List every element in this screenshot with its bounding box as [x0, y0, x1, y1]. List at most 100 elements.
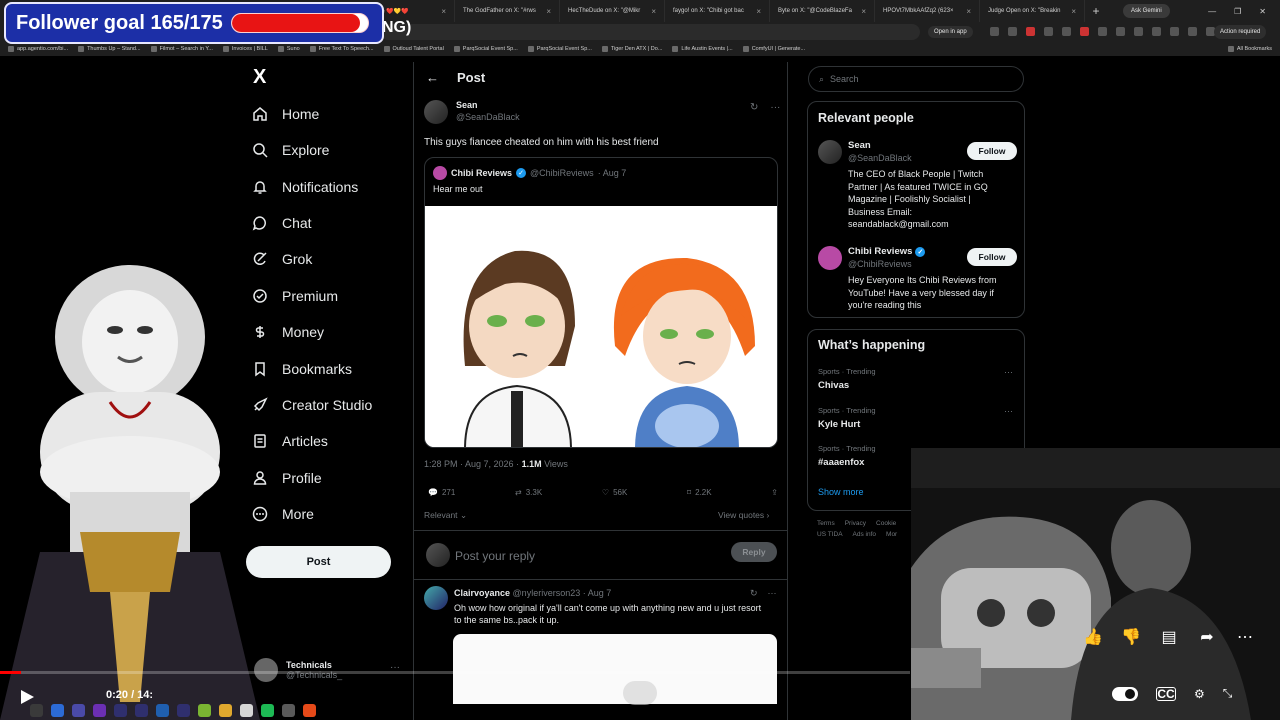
all-bookmarks[interactable]: All Bookmarks [1227, 46, 1280, 52]
footer-link[interactable]: US TIDA [817, 531, 843, 538]
bookmark-item[interactable]: ComfyUI | Generate... [742, 46, 805, 52]
like-action[interactable]: ♡ 56K [602, 488, 627, 497]
footer-link[interactable]: Terms [817, 520, 835, 527]
extension-icon[interactable] [1170, 27, 1179, 36]
extension-icon[interactable] [1152, 27, 1161, 36]
repost-action[interactable]: ⇄ 3.3K [515, 488, 542, 497]
more-dots-icon[interactable]: ··· [1004, 367, 1013, 377]
avatar[interactable] [818, 246, 842, 270]
extension-icon[interactable] [1098, 27, 1107, 36]
share-icon[interactable]: ➦ [1196, 626, 1218, 648]
close-icon[interactable]: × [752, 7, 761, 16]
account-switcher[interactable]: Technicals @Technicals_ ··· [254, 658, 400, 682]
nav-item-creator-studio[interactable]: Creator Studio [252, 397, 372, 413]
post-timestamp[interactable]: 1:28 PM · Aug 7, 2026 · [424, 459, 522, 469]
exit-fullscreen-icon[interactable]: ⤡ [1223, 686, 1233, 701]
more-dots-icon[interactable]: ··· [1004, 406, 1013, 416]
avatar[interactable] [424, 586, 448, 610]
taskbar-app-icon[interactable] [93, 703, 106, 717]
browser-tab[interactable]: Judge Open on X: "Breakin × [980, 0, 1085, 22]
extension-icon[interactable] [1062, 27, 1071, 36]
bookmark-item[interactable]: Tiger Den ATX | Do... [601, 46, 662, 52]
bookmark-item[interactable]: Invoices | BILL [222, 46, 268, 52]
nav-item-bookmarks[interactable]: Bookmarks [252, 361, 352, 377]
nav-item-more[interactable]: More [252, 506, 314, 522]
footer-link[interactable]: Ads info [853, 531, 877, 538]
extension-icon[interactable] [1116, 27, 1125, 36]
nav-item-notifications[interactable]: Notifications [252, 179, 358, 195]
close-window-icon[interactable]: ✕ [1259, 7, 1266, 16]
back-arrow-icon[interactable]: ← [426, 70, 439, 85]
grok-icon[interactable]: ↻ [750, 588, 758, 599]
share-action[interactable]: ⇪ [771, 488, 778, 497]
nav-item-premium[interactable]: Premium [252, 288, 338, 304]
action-required-button[interactable]: Action required [1214, 25, 1267, 39]
reply-image[interactable] [453, 634, 777, 704]
nav-item-articles[interactable]: Articles [252, 433, 328, 449]
comments-icon[interactable]: ▤ [1158, 626, 1180, 648]
avatar[interactable] [424, 100, 448, 124]
quote-image[interactable] [425, 206, 778, 448]
extension-icon[interactable] [1008, 27, 1017, 36]
extension-icon[interactable] [990, 27, 999, 36]
search-input[interactable]: ⌕ Search [808, 66, 1024, 92]
extension-icon[interactable] [1080, 27, 1089, 36]
bookmark-item[interactable]: Suno [277, 46, 300, 52]
browser-tab[interactable]: faygo! on X: "Chibi got bac × [665, 0, 770, 22]
nav-item-grok[interactable]: Grok [252, 251, 312, 267]
browser-tab[interactable]: Byte on X: "@CodeBlazeFa × [770, 0, 875, 22]
follow-button[interactable]: Follow [967, 142, 1017, 160]
view-quotes-link[interactable]: View quotes › [718, 510, 769, 520]
extension-icon[interactable] [1026, 27, 1035, 36]
restore-icon[interactable]: ❐ [1234, 7, 1241, 16]
taskbar-app-icon[interactable] [114, 703, 127, 717]
ask-gemini-button[interactable]: Ask Gemini [1123, 4, 1170, 18]
bookmark-item[interactable]: Free Text To Speech... [309, 46, 374, 52]
close-icon[interactable]: × [962, 7, 971, 16]
browser-tab[interactable]: HecTheDude on X: "@Mikr × [560, 0, 665, 22]
video-progress-bar[interactable] [0, 671, 910, 674]
search-icon[interactable] [30, 703, 43, 717]
taskbar-app-icon[interactable] [156, 703, 169, 717]
url-field[interactable] [380, 24, 920, 40]
browser-tab[interactable]: The GodFather on X: "#rws × [455, 0, 560, 22]
open-in-app-button[interactable]: Open in app [928, 26, 973, 38]
close-icon[interactable]: × [1067, 7, 1076, 16]
trend-item[interactable]: Sports · Trending Kyle Hurt ··· [818, 406, 1018, 430]
taskbar-app-icon[interactable] [219, 703, 232, 717]
post-author[interactable]: Sean @SeanDaBlack [424, 100, 520, 124]
bookmark-item[interactable]: Outloud Talent Portal [383, 46, 444, 52]
captions-icon[interactable]: CC [1156, 686, 1176, 701]
reply-author-name[interactable]: Clairvoyance [454, 588, 510, 598]
person-card[interactable]: Sean @SeanDaBlack The CEO of Black Peopl… [818, 140, 1018, 230]
follow-button[interactable]: Follow [967, 248, 1017, 266]
grok-icon[interactable]: ↻ [750, 102, 758, 113]
person-card[interactable]: Chibi Reviews ✓ @ChibiReviews Hey Everyon… [818, 246, 1018, 316]
bookmark-item[interactable]: ParqSocial Event Sp... [453, 46, 518, 52]
extension-icon[interactable] [1044, 27, 1053, 36]
taskbar-app-icon[interactable] [177, 703, 190, 717]
more-dots-icon[interactable]: ⋯ [1234, 626, 1256, 648]
taskbar-app-icon[interactable] [135, 703, 148, 717]
show-more-link[interactable]: Show more [818, 487, 864, 497]
bookmark-item[interactable]: Filmot – Search in Y... [150, 46, 213, 52]
minimize-icon[interactable]: — [1208, 7, 1216, 16]
reply-sort-dropdown[interactable]: Relevant ⌄ [424, 510, 467, 521]
x-logo[interactable]: X [253, 67, 271, 87]
more-dots-icon[interactable]: ··· [768, 588, 777, 599]
taskbar-app-icon[interactable] [240, 703, 253, 717]
taskbar-app-icon[interactable] [282, 703, 295, 717]
person-name[interactable]: Sean [848, 140, 871, 151]
taskbar-app-icon[interactable] [261, 703, 274, 717]
taskbar-app-icon[interactable] [72, 703, 85, 717]
avatar[interactable] [818, 140, 842, 164]
taskbar-app-icon[interactable] [198, 703, 211, 717]
footer-link[interactable]: Privacy [845, 520, 866, 527]
extension-icon[interactable] [1188, 27, 1197, 36]
footer-link[interactable]: Mor [886, 531, 897, 538]
person-name[interactable]: Chibi Reviews ✓ [848, 246, 926, 257]
nav-item-money[interactable]: Money [252, 324, 324, 340]
browser-tab[interactable]: HPOVt7MbkAAfZq2 (623× × [875, 0, 980, 22]
nav-item-home[interactable]: Home [252, 106, 319, 122]
bookmark-item[interactable]: app.agentio.com/bi... [8, 46, 68, 52]
